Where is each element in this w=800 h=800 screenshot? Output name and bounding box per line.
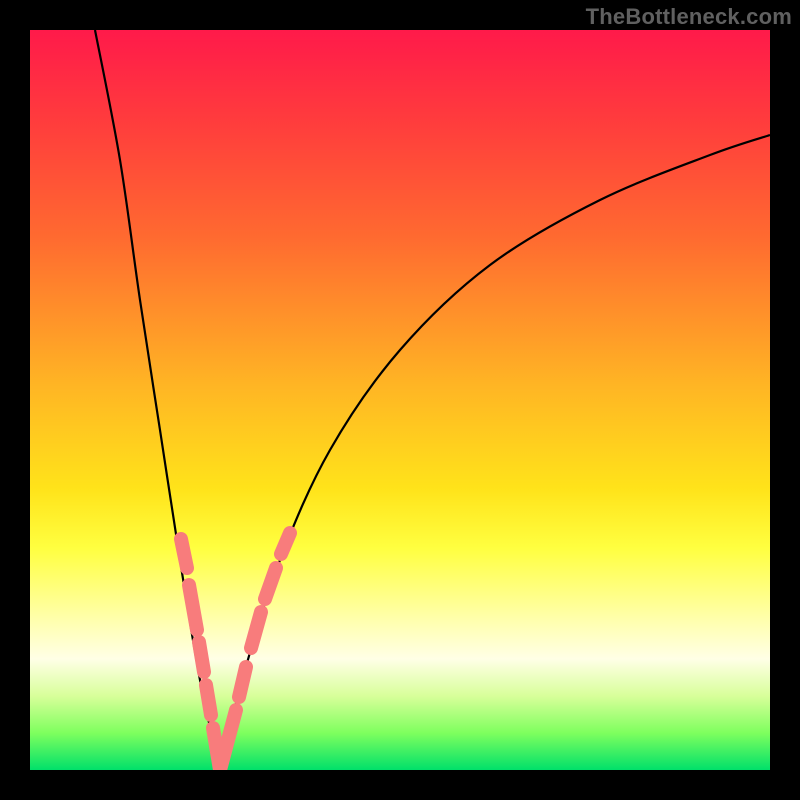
watermark-text: TheBottleneck.com xyxy=(586,4,792,30)
chart-plot-area xyxy=(30,30,770,770)
